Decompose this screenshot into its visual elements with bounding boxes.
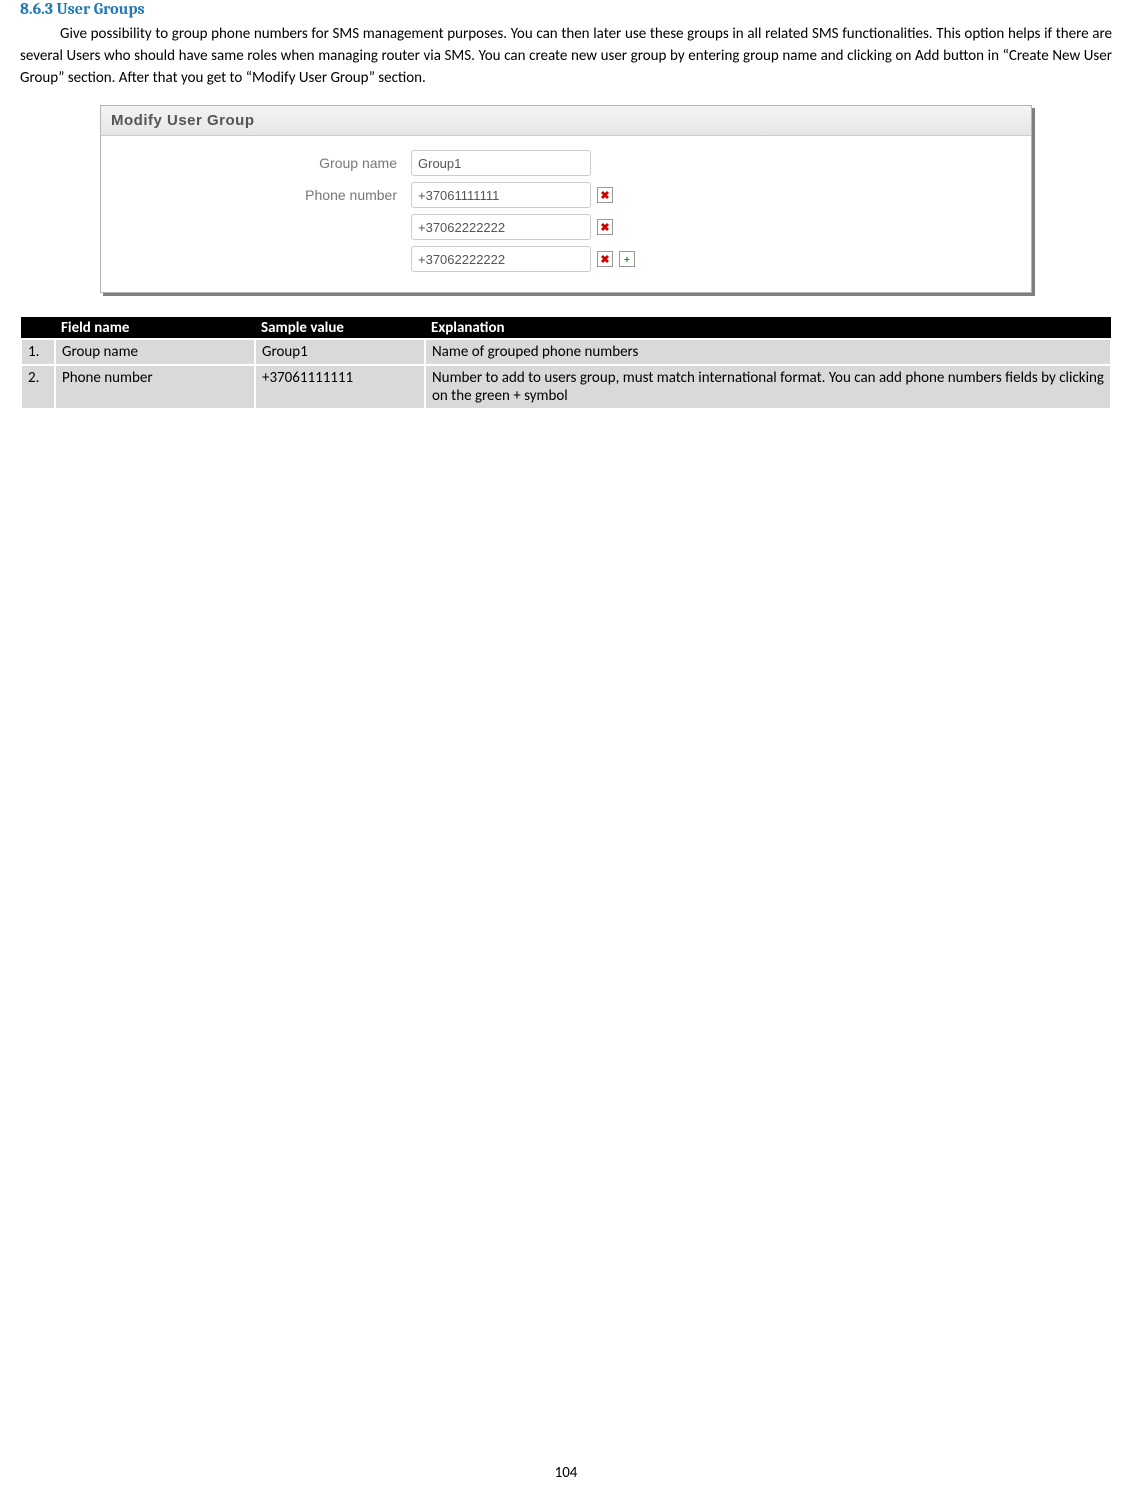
header-field: Field name <box>55 317 255 339</box>
phone-number-row-0: Phone number ✖ <box>121 182 1011 208</box>
group-name-input[interactable] <box>411 150 591 176</box>
panel-title: Modify User Group <box>101 106 1031 136</box>
description-table: Field name Sample value Explanation 1. G… <box>20 317 1112 410</box>
intro-paragraph: Give possibility to group phone numbers … <box>20 24 1112 89</box>
table-row: 1. Group name Group1 Name of grouped pho… <box>21 339 1111 365</box>
cell-explanation: Number to add to users group, must match… <box>425 365 1111 409</box>
delete-icon[interactable]: ✖ <box>597 219 613 235</box>
cell-num: 2. <box>21 365 55 409</box>
delete-icon[interactable]: ✖ <box>597 187 613 203</box>
cell-explanation: Name of grouped phone numbers <box>425 339 1111 365</box>
group-name-row: Group name <box>121 150 1011 176</box>
header-sample: Sample value <box>255 317 425 339</box>
cell-field: Phone number <box>55 365 255 409</box>
phone-number-row-1: ✖ <box>121 214 1011 240</box>
page-number: 104 <box>0 1464 1132 1482</box>
table-header-row: Field name Sample value Explanation <box>21 317 1111 339</box>
cell-num: 1. <box>21 339 55 365</box>
table-row: 2. Phone number +37061111111 Number to a… <box>21 365 1111 409</box>
modify-user-group-panel: Modify User Group Group name Phone numbe… <box>100 105 1032 293</box>
cell-field: Group name <box>55 339 255 365</box>
header-num <box>21 317 55 339</box>
phone-number-label: Phone number <box>121 187 411 203</box>
group-name-label: Group name <box>121 155 411 171</box>
phone-number-input-1[interactable] <box>411 214 591 240</box>
phone-number-row-2: ✖ + <box>121 246 1011 272</box>
delete-icon[interactable]: ✖ <box>597 251 613 267</box>
phone-number-input-2[interactable] <box>411 246 591 272</box>
cell-sample: Group1 <box>255 339 425 365</box>
header-explanation: Explanation <box>425 317 1111 339</box>
add-icon[interactable]: + <box>619 251 635 267</box>
phone-number-input-0[interactable] <box>411 182 591 208</box>
cell-sample: +37061111111 <box>255 365 425 409</box>
section-heading: 8.6.3 User Groups <box>20 0 1112 18</box>
